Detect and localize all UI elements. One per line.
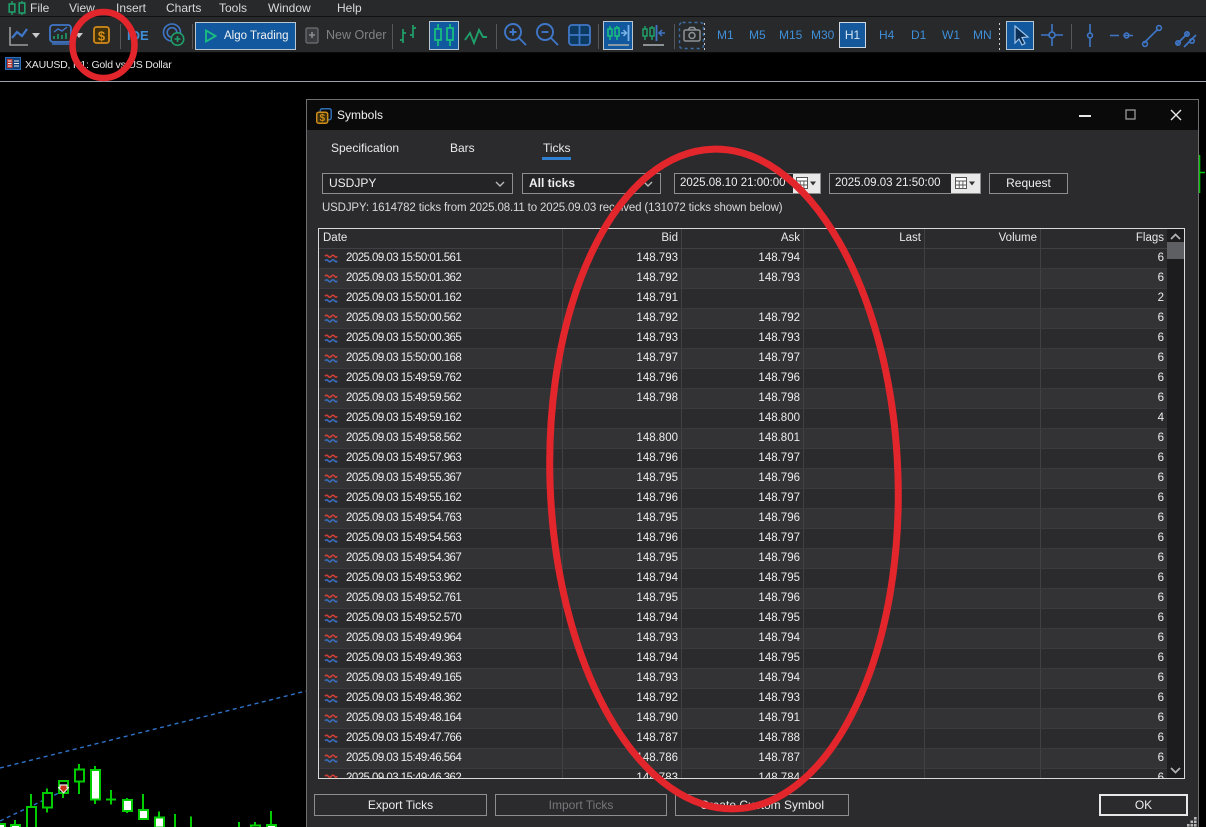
svg-text:$: $	[320, 113, 326, 124]
